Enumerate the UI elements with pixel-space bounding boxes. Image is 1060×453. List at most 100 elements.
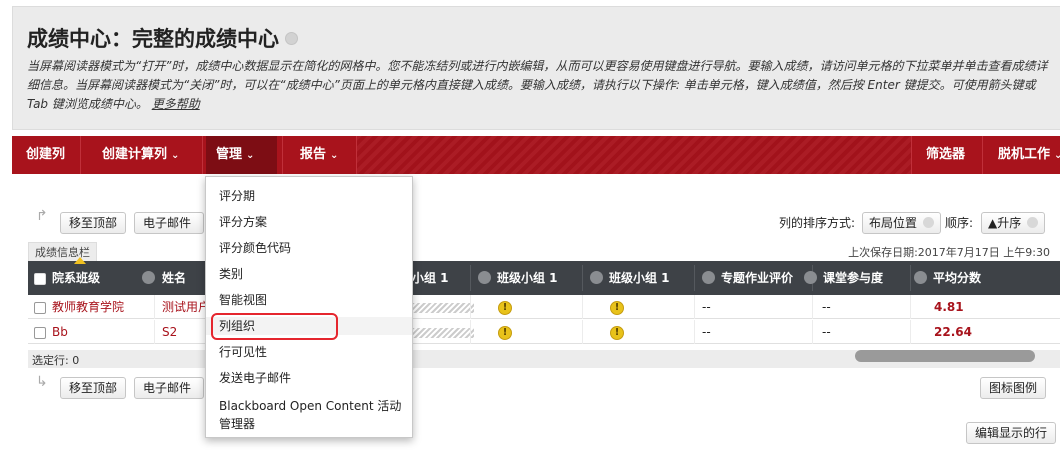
grade-info-bar: 成绩信息栏 上次保存日期:2017年7月17日 上午9:30	[28, 242, 1060, 262]
menu-item-open-content-manager[interactable]: Blackboard Open Content 活动管理器	[206, 397, 402, 433]
cell-participation[interactable]: --	[822, 320, 831, 344]
cell-divider	[470, 320, 471, 344]
email-button[interactable]: 电子邮件	[134, 212, 204, 234]
sort-by-select[interactable]: 布局位置	[862, 212, 942, 234]
chevron-down-icon	[1027, 217, 1039, 228]
manage-dropdown-menu: 评分期 评分方案 评分颜色代码 类别 智能视图 列组织 行可见性 发送电子邮件 …	[205, 176, 413, 438]
column-menu-icon	[914, 271, 927, 284]
chevron-down-icon: ⌄	[246, 150, 255, 161]
chevron-down-icon: ⌄	[171, 150, 180, 161]
cell-divider	[154, 320, 155, 344]
checkbox-icon	[34, 326, 46, 339]
header-department[interactable]: 院系班级	[52, 261, 100, 295]
corner-arrow-icon: ↱	[36, 208, 48, 224]
move-to-top-button[interactable]: 移至顶部	[60, 212, 127, 234]
header-class-group-1a[interactable]: 班级小组 1	[478, 261, 558, 295]
menu-item-grading-schemas[interactable]: 评分方案	[206, 213, 412, 231]
cell-topic-assignment[interactable]: --	[702, 320, 711, 344]
menu-item-grading-periods[interactable]: 评分期	[206, 187, 412, 205]
cell-divider	[910, 295, 911, 319]
cell-topic-assignment[interactable]: --	[702, 295, 711, 319]
title-options-icon[interactable]	[285, 31, 298, 45]
menu-item-grading-color-codes[interactable]: 评分颜色代码	[206, 239, 412, 257]
reports-label: 报告	[300, 147, 327, 162]
header-group-1[interactable]: 小组 1	[412, 261, 449, 295]
cell-average-score[interactable]: 4.81	[934, 295, 964, 319]
nav-divider	[80, 136, 81, 174]
menu-item-smart-views[interactable]: 智能视图	[206, 291, 412, 309]
create-column-button[interactable]: 创建列	[16, 136, 75, 174]
cell-class-group-1a[interactable]: !	[498, 295, 512, 319]
grade-info-tab[interactable]: 成绩信息栏	[28, 242, 97, 262]
action-bar: 创建列 创建计算列 ⌄ 管理 ⌄ 报告 ⌄ 筛选器 脱机工作 ⌄	[12, 136, 1060, 174]
header-participation-label: 课堂参与度	[823, 271, 884, 285]
chevron-down-icon: ⌄	[330, 150, 339, 161]
cell-name[interactable]: S2	[162, 320, 177, 344]
cell-class-group-1b[interactable]: !	[610, 320, 624, 344]
select-all-checkbox[interactable]	[34, 261, 46, 295]
header-topic-assignment[interactable]: 专题作业评价	[702, 261, 793, 295]
row-checkbox[interactable]	[34, 320, 46, 344]
work-offline-menu[interactable]: 脱机工作 ⌄	[988, 136, 1060, 174]
manage-menu[interactable]: 管理 ⌄	[206, 136, 277, 174]
nav-divider	[911, 136, 912, 174]
header-options-icon[interactable]	[142, 261, 161, 295]
nav-divider	[356, 136, 357, 174]
needs-grading-icon: !	[610, 300, 624, 315]
header-class-group-1b[interactable]: 班级小组 1	[590, 261, 670, 295]
cell-divider	[470, 295, 471, 319]
cell-class-group-1a[interactable]: !	[498, 320, 512, 344]
column-menu-icon	[590, 271, 603, 284]
edit-displayed-rows-button[interactable]: 编辑显示的行	[966, 422, 1057, 444]
cell-participation[interactable]: --	[822, 295, 831, 319]
email-button-bottom[interactable]: 电子邮件	[134, 377, 204, 399]
column-menu-icon	[702, 271, 715, 284]
reports-menu[interactable]: 报告 ⌄	[290, 136, 348, 174]
page-description: 当屏幕阅读器模式为“打开”时，成绩中心数据显示在简化的网格中。您不能冻结列或进行…	[27, 57, 1057, 114]
create-calc-column-menu[interactable]: 创建计算列 ⌄	[92, 136, 189, 174]
horizontal-scrollbar[interactable]	[855, 350, 1035, 362]
work-offline-label: 脱机工作	[998, 147, 1051, 162]
menu-item-send-email[interactable]: 发送电子邮件	[206, 369, 412, 387]
grid-header-row: 院系班级 姓名 小组 1 班级小组 1 班级小组 1 专题作业评价 课堂参与度 …	[28, 257, 1060, 295]
cell-class-group-1b[interactable]: !	[610, 295, 624, 319]
nav-divider	[282, 136, 283, 174]
cell-divider	[812, 320, 813, 344]
order-select[interactable]: ▲升序	[981, 212, 1046, 234]
menu-item-row-visibility[interactable]: 行可见性	[206, 343, 412, 361]
header-topic-assignment-label: 专题作业评价	[721, 271, 794, 285]
menu-item-categories[interactable]: 类别	[206, 265, 412, 283]
cell-department[interactable]: Bb	[52, 320, 68, 344]
header-divider	[694, 265, 695, 291]
column-menu-icon	[804, 271, 817, 284]
needs-grading-icon: !	[610, 325, 624, 340]
chevron-down-icon	[923, 217, 935, 228]
nav-divider	[202, 136, 203, 174]
move-to-top-button-bottom[interactable]: 移至顶部	[60, 377, 127, 399]
grade-center-page: 成绩中心：完整的成绩中心 当屏幕阅读器模式为“打开”时，成绩中心数据显示在简化的…	[0, 0, 1060, 453]
header-average-score[interactable]: 平均分数	[914, 261, 981, 295]
cell-divider	[910, 320, 911, 344]
cell-department[interactable]: 教师教育学院	[52, 295, 124, 319]
chevron-down-icon: ⌄	[1054, 150, 1060, 161]
header-name[interactable]: 姓名	[162, 261, 186, 295]
header-class-group-1a-label: 班级小组 1	[497, 271, 558, 285]
help-link[interactable]: 更多帮助	[152, 97, 200, 111]
create-column-label: 创建列	[26, 147, 66, 162]
filter-button[interactable]: 筛选器	[916, 136, 975, 174]
header-divider	[582, 265, 583, 291]
header-participation[interactable]: 课堂参与度	[804, 261, 883, 295]
row-checkbox[interactable]	[34, 295, 46, 319]
icon-legend-button[interactable]: 图标图例	[980, 377, 1047, 399]
cell-group-1[interactable]	[412, 295, 474, 319]
cell-average-score[interactable]: 22.64	[934, 320, 972, 344]
column-menu-icon	[478, 271, 491, 284]
table-row: Bb S2 ! ! -- -- 22.64	[28, 320, 1060, 344]
cell-name[interactable]: 测试用户	[162, 295, 210, 319]
filter-label: 筛选器	[926, 147, 966, 162]
header-average-score-label: 平均分数	[933, 271, 982, 285]
cell-divider	[154, 295, 155, 319]
cell-group-1[interactable]	[412, 320, 474, 344]
cell-divider	[812, 295, 813, 319]
column-menu-icon	[142, 271, 155, 284]
